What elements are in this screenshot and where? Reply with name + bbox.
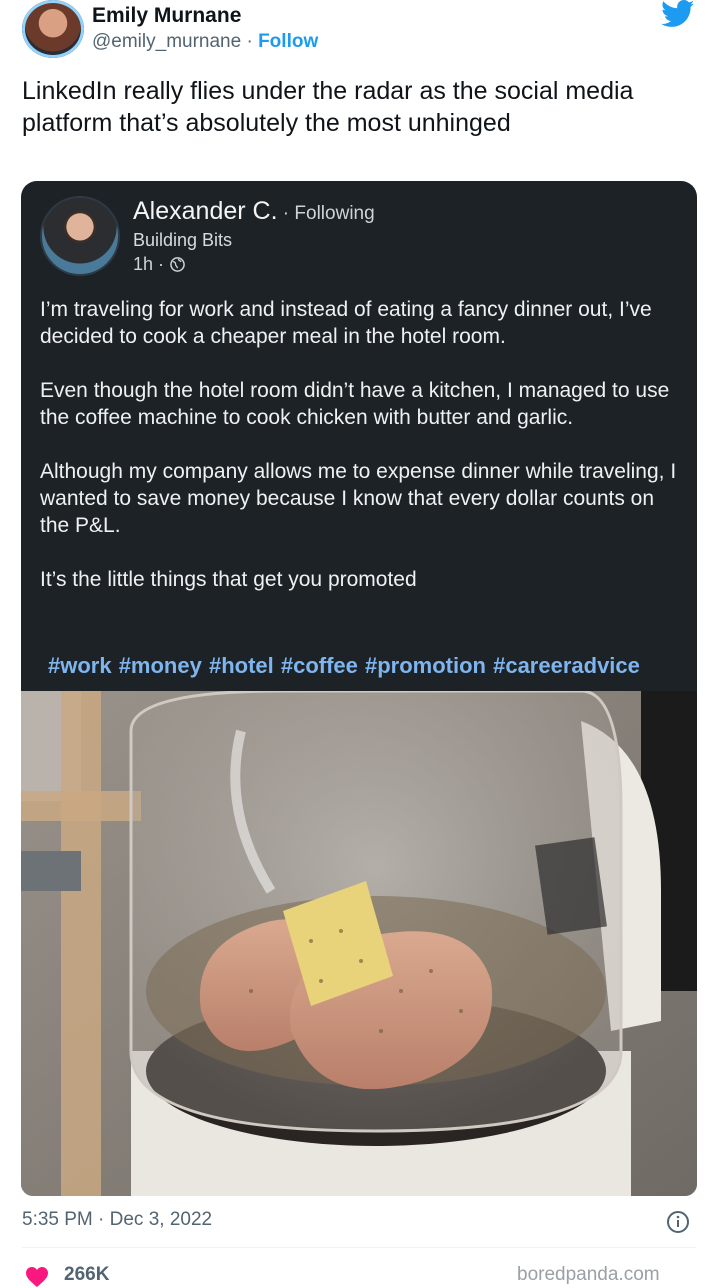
linkedin-paragraph: Even though the hotel room didn’t have a… <box>40 379 670 429</box>
globe-icon <box>170 257 185 272</box>
linkedin-paragraph: I’m traveling for work and instead of ea… <box>40 298 652 348</box>
linkedin-paragraph: Although my company allows me to expense… <box>40 460 677 537</box>
author-handle-line: @emily_murnane · Follow <box>92 31 318 53</box>
linkedin-author-headline: Building Bits <box>133 230 233 250</box>
heart-icon[interactable] <box>24 1266 50 1288</box>
linkedin-paragraph: It’s the little things that get you prom… <box>40 568 417 591</box>
divider <box>22 1247 696 1248</box>
like-count[interactable]: 266K <box>64 1264 109 1286</box>
linkedin-post-time: 1h · <box>133 254 165 274</box>
photo-illustration <box>21 691 697 1196</box>
post-photo-coffee-maker-chicken[interactable] <box>21 691 697 1196</box>
tweet-timestamp[interactable]: 5:35 PM · Dec 3, 2022 <box>22 1209 212 1231</box>
author-handle[interactable]: @emily_murnane <box>92 31 241 52</box>
info-icon[interactable] <box>666 1210 690 1234</box>
linkedin-author-avatar <box>40 196 120 276</box>
tweet-screenshot: Emily Murnane @emily_murnane · Follow Li… <box>0 0 708 1287</box>
linkedin-post-card: Alexander C. · Following Building Bits 1… <box>21 181 697 691</box>
linkedin-post-time-row: 1h · <box>133 254 185 275</box>
watermark: boredpanda.com <box>517 1264 660 1285</box>
linkedin-follow-status: · Following <box>277 203 375 224</box>
linkedin-author-line: Alexander C. · Following <box>133 197 375 226</box>
linkedin-hashtags: #work #money #hotel #coffee #promotion #… <box>48 653 640 678</box>
tweet-text: LinkedIn really flies under the radar as… <box>22 77 634 137</box>
author-avatar[interactable] <box>22 0 84 58</box>
handle-separator: · <box>241 31 259 52</box>
linkedin-author-name: Alexander C. <box>133 197 278 225</box>
twitter-bird-icon <box>661 0 695 27</box>
author-name[interactable]: Emily Murnane <box>92 4 241 28</box>
follow-button[interactable]: Follow <box>258 31 318 52</box>
linkedin-post-body: I’m traveling for work and instead of ea… <box>40 296 685 620</box>
